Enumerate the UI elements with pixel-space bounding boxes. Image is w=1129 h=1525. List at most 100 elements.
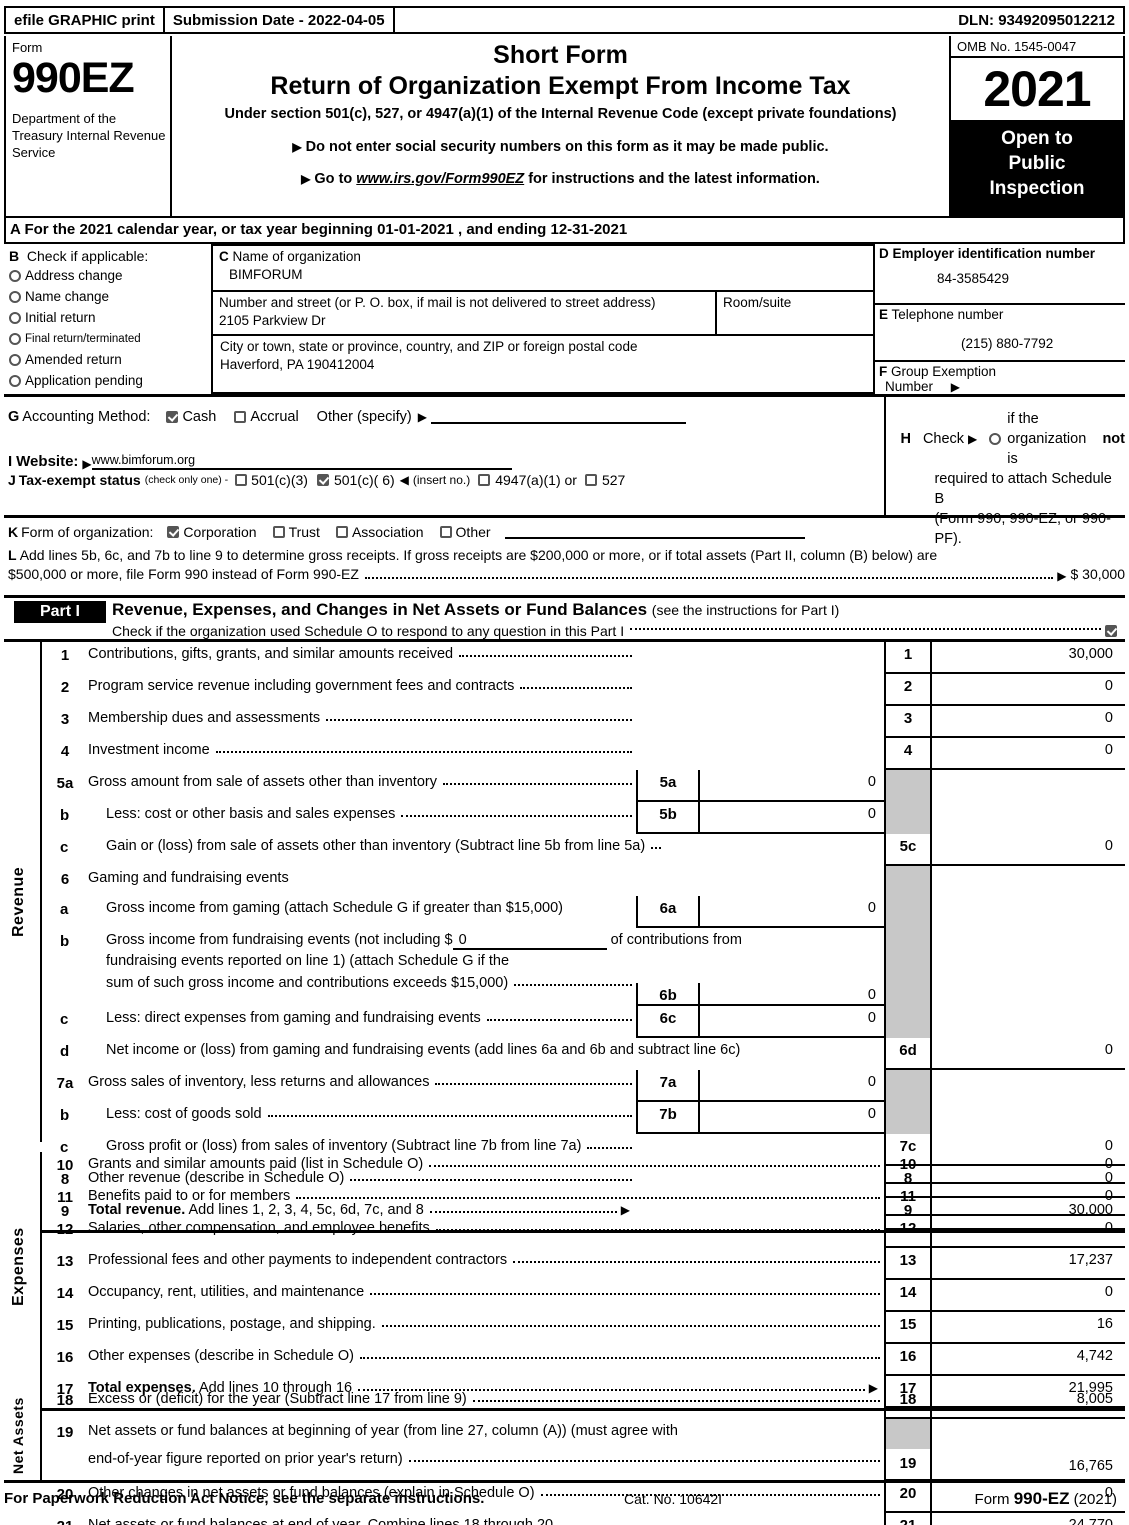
amount-value[interactable]: 16,765	[930, 1419, 1125, 1481]
checkbox-501c3-icon[interactable]	[235, 474, 248, 486]
line-description: Printing, publications, postage, and shi…	[88, 1316, 884, 1332]
tax-year-label: 2021	[951, 58, 1123, 122]
tax-exempt-opt2-label: 501(c)( 6)	[333, 472, 395, 488]
form-subtitle: Under section 501(c), 527, or 4947(a)(1)…	[224, 106, 897, 122]
amount-value[interactable]: 4,742	[930, 1344, 1125, 1376]
checkbox-address-change[interactable]: Address change	[9, 266, 211, 286]
line-ref-number: 11	[884, 1184, 930, 1216]
accounting-method-label: Accounting Method:	[22, 409, 151, 425]
section-g-letter: G	[8, 409, 20, 425]
line-desc-text: Net assets or fund balances at end of ye…	[88, 1517, 554, 1525]
right-triangle-icon: ▶	[417, 410, 427, 424]
insert-no-label: (insert no.)	[412, 473, 471, 487]
line-description: Professional fees and other payments to …	[88, 1252, 884, 1268]
amount-value[interactable]: 16	[930, 1312, 1125, 1344]
irs-form990ez-link[interactable]: www.irs.gov/Form990EZ	[356, 171, 524, 187]
sub-amount-value[interactable]: 0	[700, 983, 884, 1004]
efile-graphic-print-label: efile GRAPHIC print	[6, 8, 165, 32]
table-row: 14 Occupancy, rent, utilities, and mainte…	[42, 1280, 1125, 1312]
sub-amount-value[interactable]: 0	[700, 896, 884, 926]
checkbox-icon[interactable]	[9, 312, 21, 324]
notice-bullet-2-pre: Go to	[314, 171, 353, 187]
line-description: Occupancy, rent, utilities, and maintena…	[88, 1284, 884, 1300]
fundraising-contributions-input[interactable]: 0	[452, 932, 607, 950]
submission-date-label: Submission Date - 2022-04-05	[165, 8, 395, 32]
section-d-letter: D	[879, 246, 889, 261]
checkbox-association-icon[interactable]	[335, 526, 348, 538]
table-row: 11 Benefits paid to or for members 11 0	[42, 1184, 1125, 1216]
notice-bullet-2: ▶ Go to www.irs.gov/Form990EZ for instru…	[172, 170, 949, 188]
table-row: 6 Gaming and fundraising events	[42, 866, 1125, 896]
ein-value: 84-3585429	[937, 271, 1010, 286]
line-ref-number: 16	[884, 1344, 930, 1376]
checkbox-corporation-icon[interactable]	[167, 526, 180, 538]
amount-value[interactable]: 0	[930, 674, 1125, 706]
checkbox-501c6-icon[interactable]	[316, 474, 329, 486]
expense-rows: 10 Grants and similar amounts paid (list …	[42, 1152, 1125, 1411]
line-desc-line3-text: sum of such gross income and contributio…	[106, 975, 509, 991]
line-ref-number: 21	[884, 1513, 930, 1525]
checkbox-icon[interactable]	[9, 333, 21, 345]
form-990ez-page: efile GRAPHIC print Submission Date - 20…	[0, 0, 1129, 1525]
sub-amount-value[interactable]: 0	[700, 802, 884, 832]
line-number-label: a	[60, 901, 69, 918]
table-row: c Less: direct expenses from gaming and f…	[42, 1006, 1125, 1038]
section-k-form-of-organization: K Form of organization: Corporation Trus…	[8, 521, 1125, 540]
tax-exempt-opt4-label: 527	[601, 472, 626, 488]
checkbox-name-change[interactable]: Name change	[9, 287, 211, 307]
omb-number-label: OMB No. 1545-0047	[951, 36, 1123, 58]
sub-amount-value[interactable]: 0	[700, 1102, 884, 1132]
checkbox-icon[interactable]	[9, 354, 21, 366]
checkbox-icon[interactable]	[9, 375, 21, 387]
checkbox-4947a1-icon[interactable]	[478, 474, 491, 486]
checkbox-527-icon[interactable]	[584, 474, 597, 486]
dot-leader	[429, 1165, 880, 1167]
checkbox-final-return-terminated[interactable]: Final return/terminated	[9, 329, 211, 349]
checkbox-schedule-b-icon[interactable]	[989, 433, 1002, 445]
sub-amount-value[interactable]: 0	[700, 770, 884, 800]
amount-value[interactable]: 24,770	[930, 1513, 1125, 1525]
amount-value[interactable]: 0	[930, 1216, 1125, 1248]
checkbox-other-icon[interactable]	[439, 526, 452, 538]
checkbox-accrual-icon[interactable]	[234, 411, 247, 423]
form-of-org-trust-label: Trust	[288, 524, 320, 540]
checkbox-application-pending[interactable]: Application pending	[9, 371, 211, 391]
table-row: a Gross income from gaming (attach Schedu…	[42, 896, 1125, 928]
checkbox-icon[interactable]	[9, 291, 21, 303]
amount-value[interactable]: 0	[930, 1280, 1125, 1312]
form-of-org-corporation-label: Corporation	[183, 524, 257, 540]
accounting-other-input[interactable]	[431, 410, 686, 424]
masthead-left: Form 990EZ Department of the Treasury In…	[6, 36, 172, 216]
sub-amount-value[interactable]: 0	[700, 1070, 884, 1100]
tax-exempt-status-label: Tax-exempt status	[18, 472, 141, 488]
sub-amount-spacer	[636, 642, 884, 674]
amount-value[interactable]: 8,005	[930, 1387, 1125, 1419]
checkbox-icon[interactable]	[9, 270, 21, 282]
line-desc-text: Other expenses (describe in Schedule O)	[88, 1348, 354, 1364]
right-triangle-icon: ▶	[968, 432, 978, 446]
checkbox-schedule-o-icon[interactable]	[1105, 625, 1117, 637]
website-value[interactable]: www.bimforum.org	[91, 453, 512, 470]
line-number-label: 2	[60, 679, 70, 696]
line-ref-number: 5c	[884, 834, 930, 866]
checkbox-amended-return[interactable]: Amended return	[9, 350, 211, 370]
open-to-public-line3: Inspection	[989, 178, 1085, 199]
checkbox-initial-return[interactable]: Initial return	[9, 308, 211, 328]
amount-value[interactable]: 0	[930, 738, 1125, 770]
amount-value[interactable]: 0	[930, 706, 1125, 738]
line-number-label: 16	[56, 1349, 74, 1366]
amount-value[interactable]: 0	[930, 1184, 1125, 1216]
amount-value[interactable]: 0	[930, 834, 1125, 866]
amount-value[interactable]: 17,237	[930, 1248, 1125, 1280]
checkbox-cash-icon[interactable]	[166, 411, 179, 423]
amount-value[interactable]: 0	[930, 1038, 1125, 1070]
amount-value[interactable]: 0	[930, 1152, 1125, 1184]
right-triangle-icon: ▶	[292, 140, 302, 154]
sub-line-label: 5a	[638, 770, 700, 800]
amount-value[interactable]: 30,000	[930, 642, 1125, 674]
footer-form-number: 990-EZ	[1013, 1488, 1070, 1508]
sub-amount-value[interactable]: 0	[700, 1006, 884, 1036]
line-desc-text: Gaming and fundraising events	[88, 870, 289, 886]
form-of-org-other-input[interactable]	[504, 525, 805, 539]
checkbox-trust-icon[interactable]	[272, 526, 285, 538]
